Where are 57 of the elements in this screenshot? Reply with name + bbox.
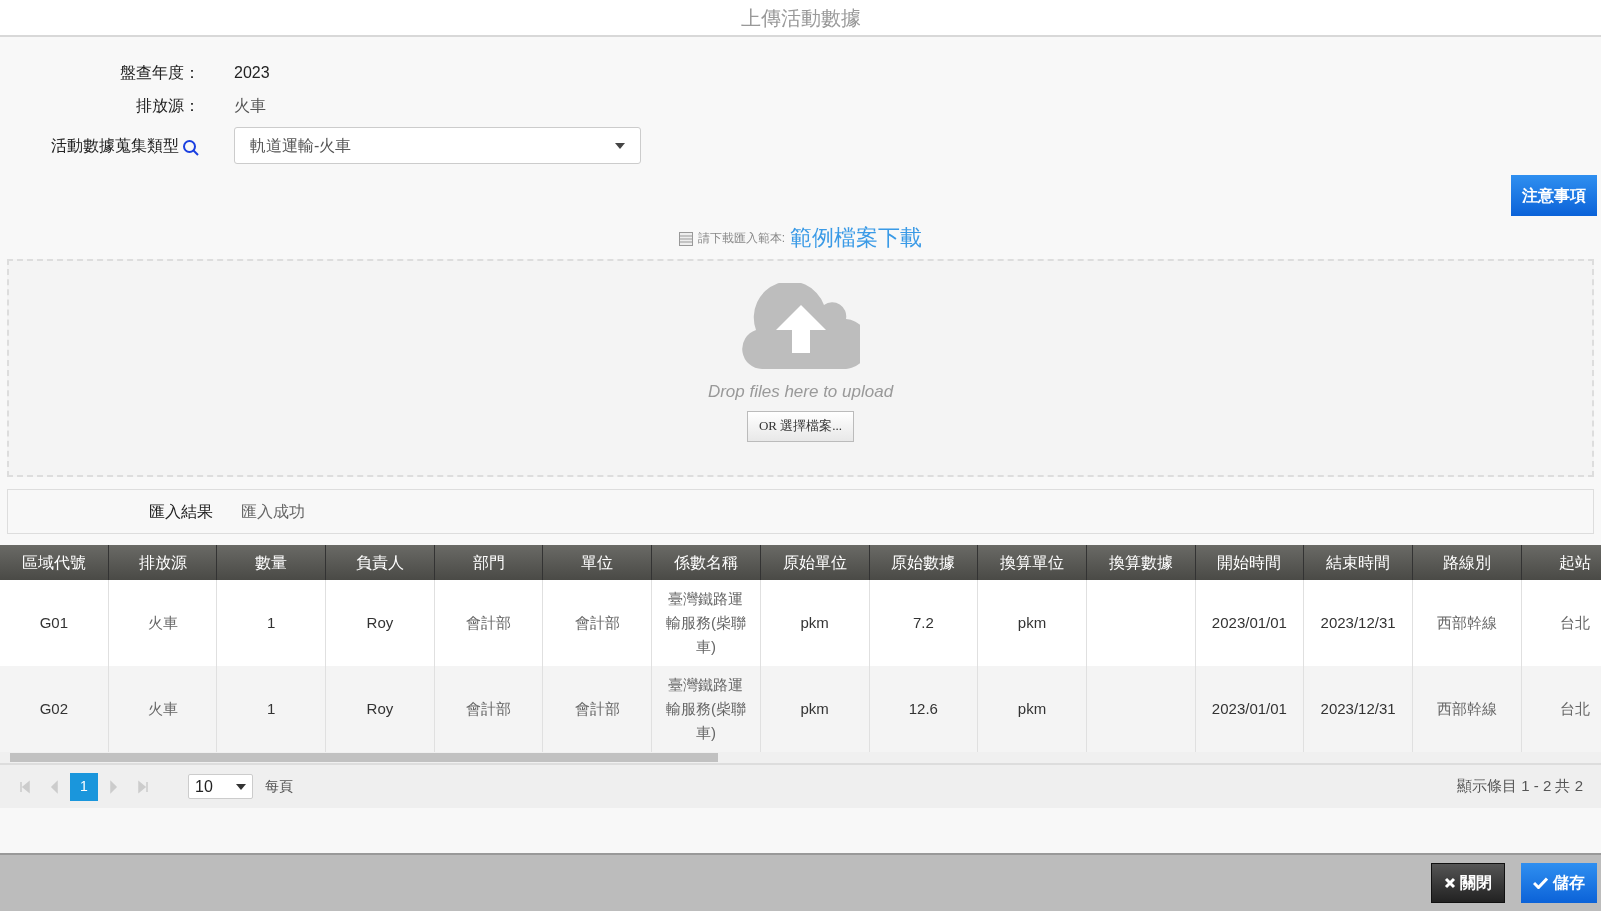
notice-button[interactable]: 注意事項 [1511,175,1597,216]
field-label: 盤查年度： [120,63,200,83]
table-cell-text: 2023/01/01 [1211,699,1287,719]
first-page-icon[interactable] [18,779,32,794]
table-cell-text: 會計部 [574,699,620,719]
table-cell-text: 西部幹線 [1436,699,1497,719]
field-label: 活動數據蒐集類型 [51,135,179,156]
table-cell-text: 7.2 [912,613,934,633]
table-cell-text: Roy [366,613,394,633]
table-cell-text: 會計部 [574,613,620,633]
table-cell-text: G01 [39,613,68,633]
table-cell-text: 臺灣鐵路運輸服務(柴聯車) [664,675,747,743]
pager-summary: 顯示條目 1 - 2 共 2 [1457,776,1583,797]
caret-icon [236,783,246,790]
close-icon [1444,877,1456,889]
table-cell-text: 台北 [1560,613,1591,633]
page-size-select[interactable]: 10 [188,774,253,799]
table-cell-text: 會計部 [466,613,512,633]
close-button[interactable]: 關閉 [1431,863,1505,903]
table-cell-text: 2023/01/01 [1211,613,1287,633]
caret-icon [615,142,625,149]
table-cell-text: 1 [267,699,276,719]
save-button[interactable]: 儲存 [1521,863,1597,903]
table-cell-text: 臺灣鐵路運輸服務(柴聯車) [664,589,747,657]
template-hint: 請下載匯入範本: [697,230,786,247]
table-cell-text: 2023/12/31 [1320,613,1396,633]
field-value: 火車 [234,97,266,114]
choose-file-button[interactable]: OR 選擇檔案... [746,410,855,442]
type-select[interactable]: 軌道運輸-火車 [234,127,641,164]
table-cell-text: 2023/12/31 [1320,699,1396,719]
horizontal-scrollbar[interactable] [0,752,1601,763]
table-cell-text: pkm [1017,613,1047,633]
drop-zone[interactable]: Drop files here to upload OR 選擇檔案... [7,259,1594,477]
table-cell-text: G02 [39,699,68,719]
table-cell-text: pkm [1017,699,1047,719]
table-cell-text: 會計部 [466,699,512,719]
spreadsheet-icon [678,232,693,246]
checkmark-icon [1533,877,1548,889]
table-cell-text: Roy [366,699,394,719]
cloud-upload-icon [741,283,860,369]
field-value: 2023 [234,64,270,81]
table-cell-text: pkm [800,699,829,719]
table-cell-text: pkm [800,613,829,633]
table-cell-text: 火車 [147,613,178,633]
last-page-icon[interactable] [136,779,150,794]
result-value: 匯入成功 [241,501,305,522]
search-icon[interactable] [182,138,200,157]
per-page-label: 每頁 [265,777,293,796]
window-title: 上傳活動數據 [740,7,861,28]
table-cell-text: 12.6 [908,699,938,719]
table-cell-text: 1 [267,613,276,633]
table-cell-text: 台北 [1560,699,1591,719]
table-cell-text: 火車 [147,699,178,719]
table-cell-text: 西部幹線 [1436,613,1497,633]
result-label: 匯入結果 [148,501,213,522]
upload-prompt: Drop files here to upload [707,381,894,403]
field-label: 排放源： [136,96,200,116]
